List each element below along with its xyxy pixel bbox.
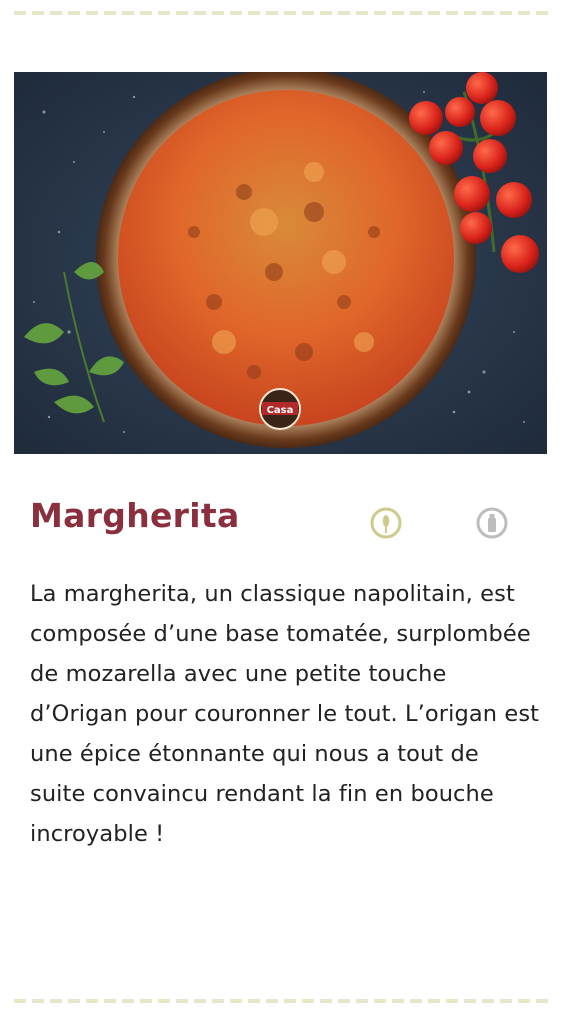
product-title: Margherita — [30, 496, 240, 535]
wheat-badge-icon[interactable] — [370, 507, 402, 539]
product-description: La margherita, un classique napolitain, … — [30, 581, 540, 847]
bottle-badge-icon[interactable] — [476, 507, 508, 539]
decorative-dashed-border-top — [14, 11, 549, 15]
product-image: Casa — [14, 72, 547, 454]
decorative-dashed-border-bottom — [14, 999, 549, 1003]
svg-text:Casa: Casa — [267, 405, 294, 416]
